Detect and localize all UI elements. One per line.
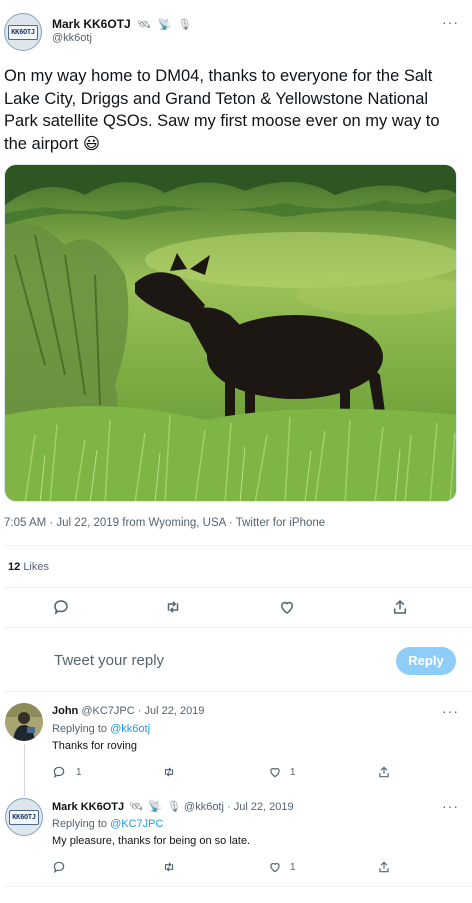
avatar-license-plate: KK6OTJ: [8, 24, 38, 40]
retweet-icon[interactable]: [164, 598, 182, 616]
tweet-timestamp-meta[interactable]: 7:05 AM · Jul 22, 2019 from Wyoming, USA…: [4, 517, 325, 529]
thread-line: [24, 744, 25, 796]
reply-handle[interactable]: @kk6otj: [184, 801, 224, 813]
likes-label: Likes: [23, 561, 49, 573]
like-count: 1: [290, 767, 296, 778]
like-icon[interactable]: [268, 765, 282, 779]
reply-author-name[interactable]: Mark KK6OTJ: [52, 801, 124, 813]
share-icon[interactable]: [377, 765, 391, 779]
replying-to: Replying to @kk6otj: [52, 723, 150, 735]
reply-handle[interactable]: @KC7JPC: [81, 705, 134, 717]
satellite-icon: 🛰: [129, 801, 144, 813]
share-icon[interactable]: [377, 860, 391, 874]
reply-submit-button[interactable]: Reply: [396, 647, 456, 675]
reply-icon[interactable]: [52, 860, 66, 874]
reply-avatar-mark[interactable]: KK6OTJ: [5, 798, 43, 836]
author-handle[interactable]: @kk6otj: [52, 32, 92, 44]
share-icon[interactable]: [391, 598, 409, 616]
replying-to: Replying to @KC7JPC: [52, 818, 163, 830]
reply-count: 1: [76, 767, 82, 778]
reply-date[interactable]: · Jul 22, 2019: [227, 801, 294, 813]
reply-icon[interactable]: [52, 765, 66, 779]
moose-photo-image: [5, 165, 456, 501]
satellite-icon: 🛰: [137, 19, 152, 31]
replying-to-prefix: Replying to: [52, 818, 108, 830]
reply-avatar-john[interactable]: [5, 703, 43, 741]
author-header: Mark KK6OTJ 🛰 📡 🎙: [52, 15, 192, 33]
likes-stat[interactable]: 12 Likes: [8, 561, 49, 573]
reply-more-options-icon[interactable]: ···: [442, 703, 459, 719]
tweet-text: On my way home to DM04, thanks to everyo…: [4, 67, 440, 153]
avatar-license-plate: KK6OTJ: [9, 809, 39, 825]
reply-header: Mark KK6OTJ 🛰 📡 🎙 @kk6otj · Jul 22, 2019: [52, 800, 294, 813]
reply-date[interactable]: · Jul 22, 2019: [138, 705, 205, 717]
author-avatar[interactable]: KK6OTJ: [4, 13, 42, 51]
like-count: 1: [290, 862, 296, 873]
reply-text: My pleasure, thanks for being on so late…: [52, 835, 251, 847]
like-icon[interactable]: [268, 860, 282, 874]
person-avatar-image: [5, 703, 43, 741]
replying-to-link[interactable]: @kk6otj: [110, 723, 150, 735]
author-name[interactable]: Mark KK6OTJ: [52, 17, 131, 31]
reply-text: Thanks for roving: [52, 740, 137, 752]
satellite-icon: 📡: [148, 801, 162, 813]
retweet-icon[interactable]: [162, 765, 176, 779]
microphone-icon: 🎙: [167, 801, 181, 813]
tweet-photo[interactable]: [4, 164, 457, 502]
reply-header: John @KC7JPC · Jul 22, 2019: [52, 705, 204, 717]
reply-more-options-icon[interactable]: ···: [442, 798, 459, 814]
likes-count: 12: [8, 561, 21, 573]
retweet-icon[interactable]: [162, 860, 176, 874]
microphone-icon: 🎙: [177, 19, 192, 31]
satellite-icon: 📡: [157, 19, 172, 31]
reply-author-name[interactable]: John: [52, 705, 78, 717]
replying-to-prefix: Replying to: [52, 723, 108, 735]
reply-compose-input[interactable]: Tweet your reply: [54, 652, 374, 669]
replying-to-link[interactable]: @KC7JPC: [110, 818, 163, 830]
more-options-icon[interactable]: ···: [442, 14, 459, 30]
like-icon[interactable]: [278, 598, 296, 616]
reply-icon[interactable]: [52, 598, 70, 616]
